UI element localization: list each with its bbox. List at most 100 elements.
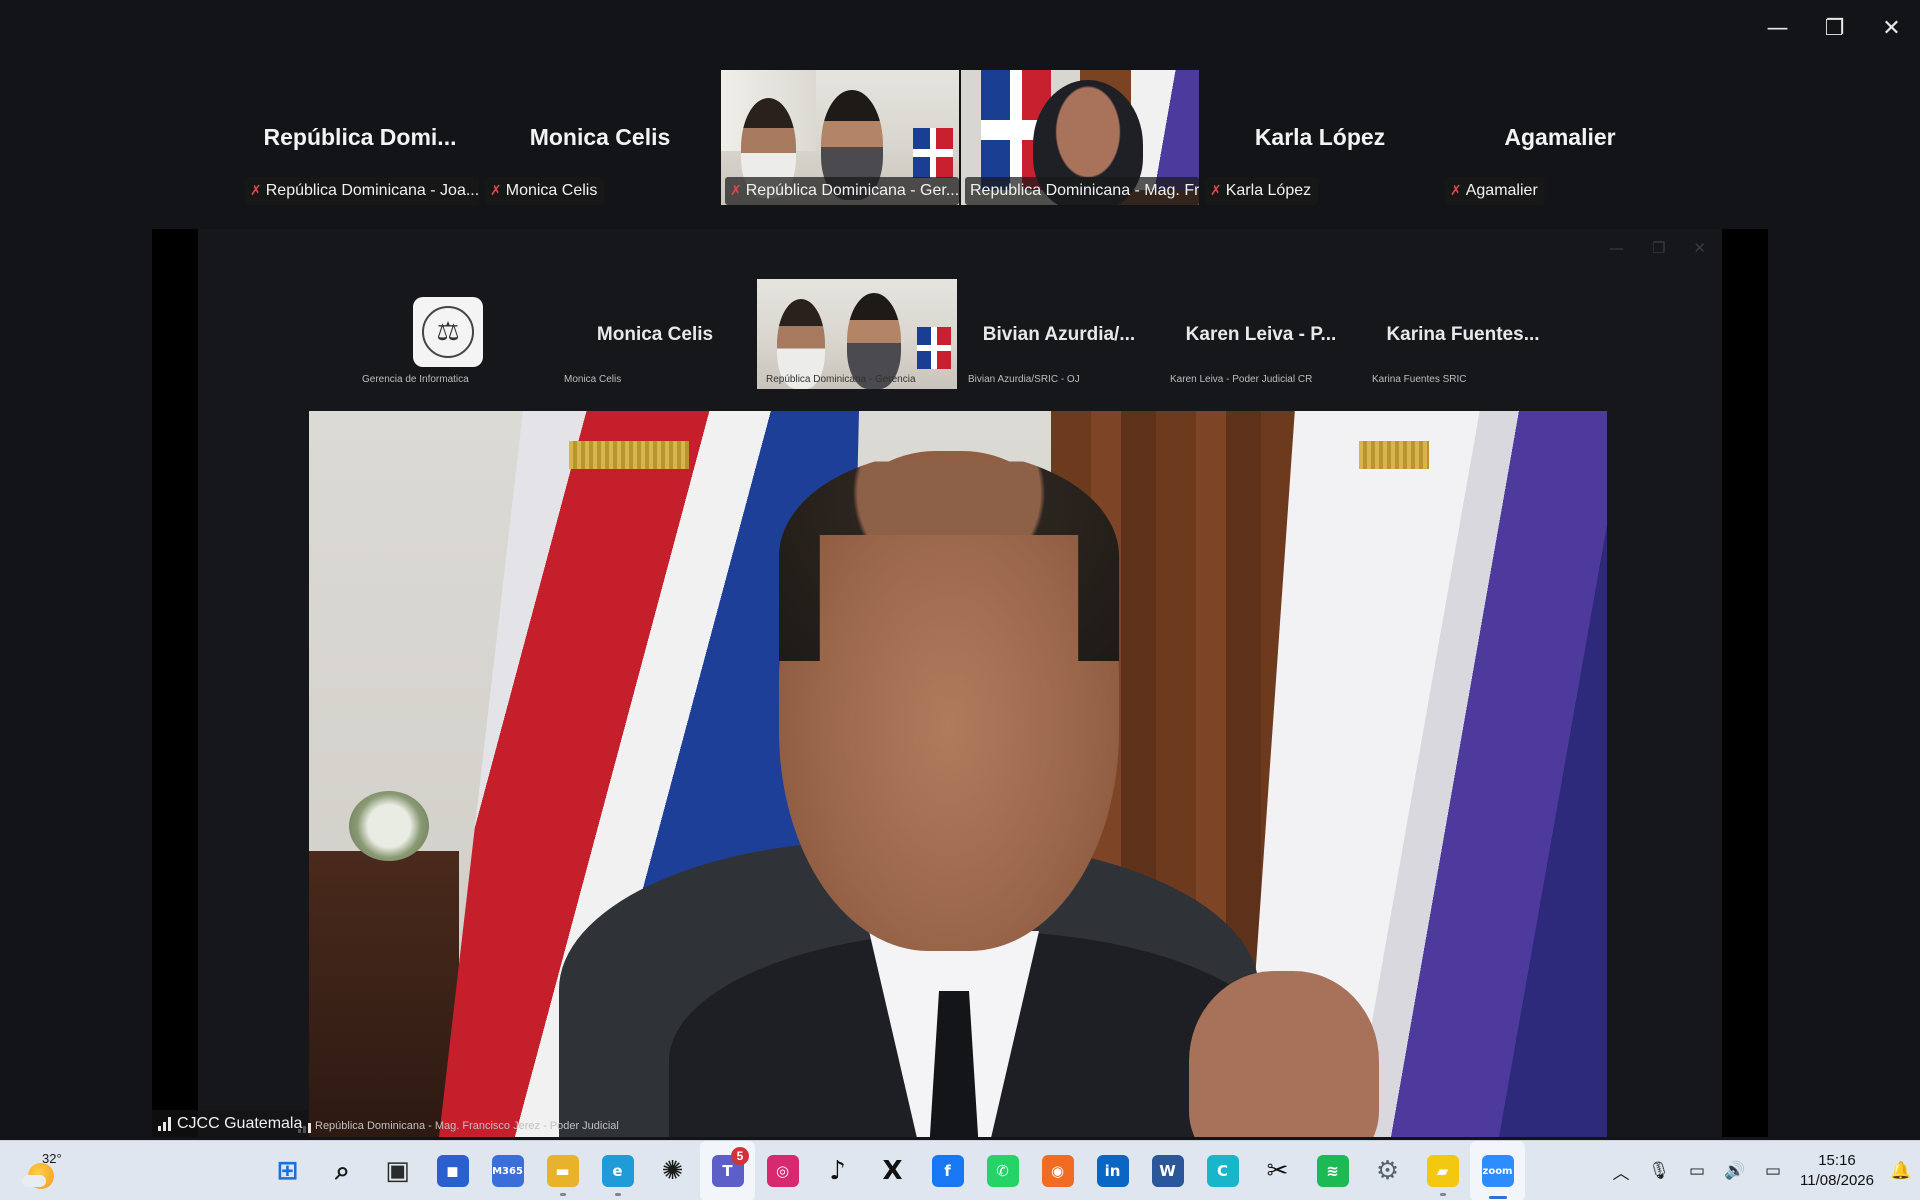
participant-label-text: Karla López [1225,182,1312,199]
zoom-icon: zoom [1481,1155,1514,1187]
video-flag [913,128,953,178]
active-speaker-label: CJCC Guatemala [152,1110,309,1138]
search-icon: ⌕ [335,1155,350,1186]
participant-name: Agamalier [1504,124,1616,150]
microphone-button[interactable]: 🎙 [1640,1141,1678,1200]
participant-name: Karla López [1254,124,1386,150]
facebook-icon: f [931,1155,964,1187]
sticky-notes-icon: ▰ [1426,1155,1459,1187]
participant-tile-video[interactable]: ✗ República Dominicana - Ger... [721,70,959,205]
participant-label: ✗ Monica Celis [485,177,605,205]
shared-screen[interactable]: — ❐ ✕ ⚖ Gerencia de Informatica Monica C… [152,229,1768,1137]
cloud-icon [22,1175,46,1187]
store-taskbar-button[interactable]: ◼ [425,1141,480,1200]
shared-speaker-name: República Dominicana - Mag. Francisco Je… [315,1120,619,1132]
close-button[interactable]: ✕ [1863,0,1920,56]
participant-label-text: República Dominicana - Ger... [745,182,959,199]
shared-participant-tile: Karina Fuentes... Karina Fuentes SRIC [1363,279,1563,389]
participant-label-text: Monica Celis [505,182,598,199]
participant-tile-video[interactable]: Republica Dominicana - Mag. Fr... [961,70,1199,205]
restore-button[interactable]: ❐ [1806,0,1863,56]
battery-button[interactable]: ▭ [1754,1141,1792,1200]
volume-button[interactable]: 🔊 [1716,1141,1754,1200]
participant-tile[interactable]: Agamalier ✗ Agamalier [1441,70,1679,205]
zoom-taskbar-button[interactable]: zoom [1470,1141,1525,1200]
canva-icon: C [1206,1155,1239,1187]
m365-taskbar-button[interactable]: M365 [480,1141,535,1200]
x-taskbar-button[interactable]: X [865,1141,920,1200]
video-plant [349,791,429,861]
file-explorer-icon: ▬ [546,1155,579,1187]
file-explorer-taskbar-button[interactable]: ▬ [535,1141,590,1200]
mic-muted-icon: ✗ [730,183,742,199]
network-icon: ▭ [1688,1161,1706,1181]
show-hidden-icons-button[interactable]: ︿ [1602,1141,1640,1200]
participant-label: ✗ República Dominicana - Joa... [245,177,479,205]
sticky-notes-taskbar-button[interactable]: ▰ [1415,1141,1470,1200]
video-flag [917,327,951,369]
mic-muted-icon: ✗ [1450,183,1462,199]
shared-participant-label: Bivian Azurdia/SRIC - OJ [968,374,1080,385]
shared-screen-content: — ❐ ✕ ⚖ Gerencia de Informatica Monica C… [198,229,1722,1137]
linkedin-taskbar-button[interactable]: in [1085,1141,1140,1200]
shared-window-controls: — ❐ ✕ [1609,239,1706,257]
capcut-taskbar-button[interactable]: ✂ [1250,1141,1305,1200]
shared-participant-label: Gerencia de Informatica [362,374,469,385]
microphone-icon: 🎙 [1648,1161,1670,1181]
mic-muted-icon: ✗ [1210,183,1222,199]
shared-participant-gallery: ⚖ Gerencia de Informatica Monica Celis M… [353,279,1563,389]
mic-muted-icon: ✗ [490,183,502,199]
edge-icon: e [601,1155,634,1187]
crest-icon: ⚖ [422,306,474,358]
word-taskbar-button[interactable]: W [1140,1141,1195,1200]
x-icon: X [882,1156,903,1186]
weather-widget[interactable]: 32° [20,1149,80,1193]
spotify-taskbar-button[interactable]: ≋ [1305,1141,1360,1200]
facebook-taskbar-button[interactable]: f [920,1141,975,1200]
edge-taskbar-button[interactable]: e [590,1141,645,1200]
taskbar-apps: ⊞ ⌕ ▣ ◼ M365 ▬ e ✺ T 5 ◎ ♪ Xf ✆ ◉ in W C ✂ ≋ ⚙ ▰ zoom [260,1141,1525,1200]
canva-taskbar-button[interactable]: C [1195,1141,1250,1200]
clock-date: 11/08/2026 [1800,1172,1874,1189]
search-taskbar-button[interactable]: ⌕ [315,1141,370,1200]
volume-icon: 🔊 [1724,1161,1746,1181]
shared-participant-label: Monica Celis [564,374,622,385]
whatsapp-taskbar-button[interactable]: ✆ [975,1141,1030,1200]
start-taskbar-button[interactable]: ⊞ [260,1141,315,1200]
shared-participant-tile-video: República Dominicana - Gerencia [757,279,957,389]
minimize-icon: — [1608,239,1624,257]
participant-tile[interactable]: República Domi... ✗ República Dominicana … [241,70,479,205]
firefox-taskbar-button[interactable]: ◉ [1030,1141,1085,1200]
chatgpt-taskbar-button[interactable]: ✺ [645,1141,700,1200]
system-tray: ︿ 🎙 ▭ 🔊 ▭ 15:16 11/08/2026 🔔 [1602,1141,1920,1200]
notifications-button[interactable]: 🔔 [1882,1141,1920,1200]
window-controls: — ❐ ✕ [1749,0,1920,56]
clock[interactable]: 15:16 11/08/2026 [1792,1151,1882,1191]
tiktok-taskbar-button[interactable]: ♪ [810,1141,865,1200]
participant-label-text: República Dominicana - Joa... [265,182,479,199]
task-view-taskbar-button[interactable]: ▣ [370,1141,425,1200]
shared-participant-tile: Karen Leiva - P... Karen Leiva - Poder J… [1161,279,1361,389]
participant-name: República Domi... [263,124,457,150]
settings-taskbar-button[interactable]: ⚙ [1360,1141,1415,1200]
participant-gallery: República Domi... ✗ República Dominicana … [241,70,1679,205]
close-icon: ✕ [1882,15,1901,41]
running-indicator [559,1193,566,1196]
participant-tile[interactable]: Karla López ✗ Karla López [1201,70,1439,205]
teams-taskbar-button[interactable]: T5 [700,1141,755,1200]
shared-participant-tile: ⚖ Gerencia de Informatica [353,279,553,389]
capcut-icon: ✂ [1266,1156,1289,1186]
close-icon: ✕ [1693,239,1706,257]
tiktok-icon: ♪ [829,1156,846,1186]
clock-time: 15:16 [1818,1152,1856,1169]
network-button[interactable]: ▭ [1678,1141,1716,1200]
shared-participant-name: Bivian Azurdia/... [982,324,1136,345]
shared-participant-label: República Dominicana - Gerencia [766,374,916,385]
shared-participant-name: Karen Leiva - P... [1185,324,1337,345]
instagram-taskbar-button[interactable]: ◎ [755,1141,810,1200]
institution-logo: ⚖ [413,297,483,367]
mic-muted-icon: ✗ [250,183,262,199]
shared-participant-label: Karen Leiva - Poder Judicial CR [1170,374,1313,385]
minimize-button[interactable]: — [1749,0,1806,56]
participant-tile[interactable]: Monica Celis ✗ Monica Celis [481,70,719,205]
